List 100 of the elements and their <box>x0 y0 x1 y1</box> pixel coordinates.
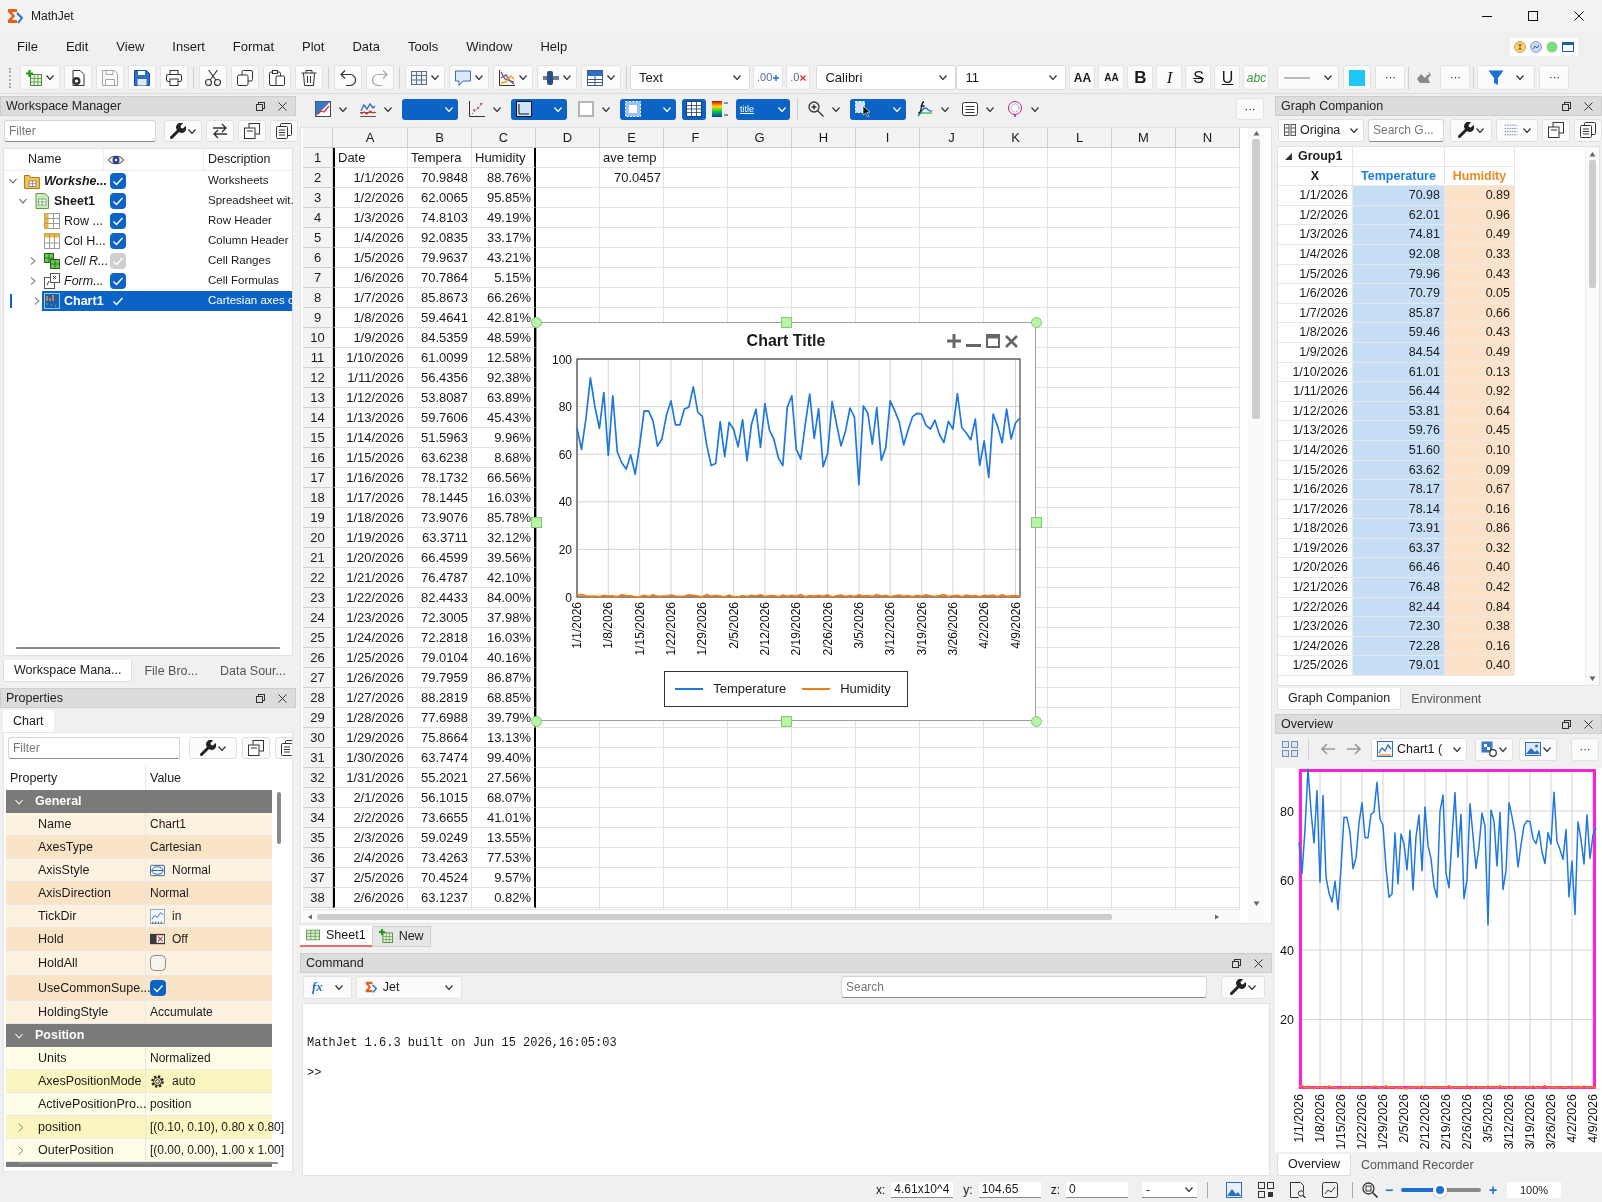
resize-handle-icon[interactable] <box>781 317 792 328</box>
more-button[interactable]: ··· <box>1539 65 1570 90</box>
tree-item[interactable]: Col H... Column Header <box>42 231 292 251</box>
more-button[interactable]: ··· <box>1375 65 1406 90</box>
column-header[interactable]: Name <box>28 150 62 169</box>
column-header[interactable]: Value <box>150 768 182 788</box>
cut-button[interactable] <box>199 65 227 90</box>
view-settings-button[interactable] <box>1475 737 1513 761</box>
tab[interactable]: Chart <box>3 710 54 732</box>
increase-decimal-button[interactable]: .00 <box>753 65 784 90</box>
copy-button[interactable] <box>231 65 259 90</box>
zoom-out-button[interactable]: − <box>1381 1179 1398 1201</box>
sync-button[interactable] <box>206 120 234 142</box>
sheet-tab[interactable]: Sheet1 <box>300 925 372 947</box>
menu-item[interactable]: Plot <box>288 34 339 60</box>
select-dropdown[interactable] <box>850 98 906 120</box>
slider-button[interactable] <box>537 65 577 90</box>
chart-dropdown[interactable]: Chart1 ( <box>1371 737 1467 761</box>
style-dropdown[interactable]: Text <box>630 65 750 90</box>
sheet-tab[interactable]: New <box>371 925 431 947</box>
tab[interactable]: Overview <box>1277 1154 1352 1176</box>
tab[interactable]: File Bro... <box>134 660 208 682</box>
checkbox[interactable] <box>110 173 126 189</box>
settings-button[interactable] <box>189 737 237 759</box>
scroll-thumb[interactable] <box>1252 139 1260 419</box>
tree-item[interactable]: Row ... Row Header <box>42 211 292 231</box>
checkbox[interactable] <box>150 955 166 971</box>
float-panels-button[interactable] <box>242 737 270 759</box>
column-header[interactable]: L <box>1048 128 1112 148</box>
search-field[interactable]: Search <box>841 976 1207 998</box>
title-dropdown[interactable]: title <box>736 98 790 120</box>
tree-item[interactable]: Form... Cell Formulas <box>42 271 292 291</box>
float-panels-button[interactable] <box>1542 118 1570 142</box>
column-header[interactable]: X <box>1278 166 1353 187</box>
column-header[interactable]: G <box>728 128 792 148</box>
vertical-scrollbar[interactable] <box>277 792 281 844</box>
column-header[interactable]: A <box>333 128 408 148</box>
format-button[interactable]: AA <box>1098 65 1125 90</box>
column-header[interactable]: Description <box>208 150 271 169</box>
checkbox[interactable] <box>110 273 126 289</box>
tab[interactable]: Workspace Mana... <box>3 660 133 682</box>
column-header[interactable]: E <box>600 128 664 148</box>
settings-button[interactable] <box>164 120 202 142</box>
column-header[interactable]: H <box>792 128 856 148</box>
menu-item[interactable]: Data <box>338 34 394 60</box>
column-header[interactable]: I <box>856 128 920 148</box>
tab[interactable]: Graph Companion <box>1277 688 1402 710</box>
menu-item[interactable]: Help <box>526 34 582 60</box>
format-button[interactable]: I <box>1156 65 1183 90</box>
column-header[interactable]: N <box>1176 128 1240 148</box>
colorbar-button[interactable] <box>710 98 730 120</box>
tree-item[interactable]: Sheet1 Spreadsheet wit. <box>32 191 292 211</box>
value-field[interactable]: 104.65 <box>978 1182 1041 1198</box>
menu-item[interactable]: Tools <box>393 34 453 60</box>
float-panels-button[interactable] <box>238 120 266 142</box>
filter-field[interactable]: Filter <box>8 737 180 759</box>
slider-thumb[interactable] <box>1433 1183 1448 1197</box>
copy-panel-button[interactable] <box>270 120 298 142</box>
image-button[interactable] <box>1519 737 1557 761</box>
tab[interactable]: Data Sour... <box>209 660 296 682</box>
scroll-thumb[interactable] <box>317 913 1112 920</box>
column-header[interactable]: K <box>984 128 1048 148</box>
resize-handle-icon[interactable] <box>1031 517 1042 528</box>
copy-panel-button[interactable] <box>1574 118 1602 142</box>
resize-handle-icon[interactable] <box>531 517 542 528</box>
horizontal-scrollbar[interactable] <box>18 1162 278 1164</box>
format-button[interactable]: B <box>1127 65 1154 90</box>
menu-item[interactable]: Format <box>218 34 288 60</box>
document-button[interactable] <box>64 65 92 90</box>
font-dropdown[interactable]: Calibri <box>816 65 957 90</box>
settings-button[interactable] <box>1221 975 1265 999</box>
column-header[interactable]: J <box>920 128 984 148</box>
box-dropdown[interactable] <box>511 98 567 120</box>
delete-button[interactable] <box>295 65 323 90</box>
search-field[interactable]: Search G... <box>1368 118 1444 142</box>
horizontal-scrollbar[interactable] <box>16 647 280 649</box>
background-dropdown[interactable] <box>620 98 676 120</box>
column-header[interactable]: Temperature <box>1353 166 1445 187</box>
resize-handle-icon[interactable] <box>531 716 542 727</box>
tree-item[interactable]: Workshe... Worksheets <box>22 171 292 191</box>
column-header[interactable]: Property <box>10 768 58 788</box>
checkbox[interactable] <box>110 213 126 229</box>
formula-table-button[interactable] <box>581 65 621 90</box>
checkbox[interactable] <box>110 233 126 249</box>
menu-item[interactable]: View <box>102 34 159 60</box>
column-header[interactable]: M <box>1112 128 1176 148</box>
format-button[interactable]: abc <box>1243 65 1270 90</box>
format-button[interactable]: U <box>1214 65 1241 90</box>
value-field[interactable]: 4.61x10^4 <box>891 1182 954 1198</box>
horizontal-scrollbar[interactable] <box>303 909 1240 923</box>
decrease-decimal-button[interactable]: .0 <box>786 65 811 90</box>
format-button[interactable]: AA <box>1069 65 1096 90</box>
format-button[interactable]: S <box>1185 65 1212 90</box>
settings-button[interactable] <box>1450 118 1492 142</box>
font-size-dropdown[interactable]: 11 <box>956 65 1067 90</box>
menu-item[interactable]: Insert <box>158 34 219 60</box>
fill-color-button[interactable] <box>1343 65 1372 90</box>
vertical-scrollbar[interactable] <box>1585 147 1599 685</box>
vertical-scrollbar[interactable] <box>1248 128 1264 923</box>
command-prompt[interactable]: >> <box>307 1058 1269 1088</box>
